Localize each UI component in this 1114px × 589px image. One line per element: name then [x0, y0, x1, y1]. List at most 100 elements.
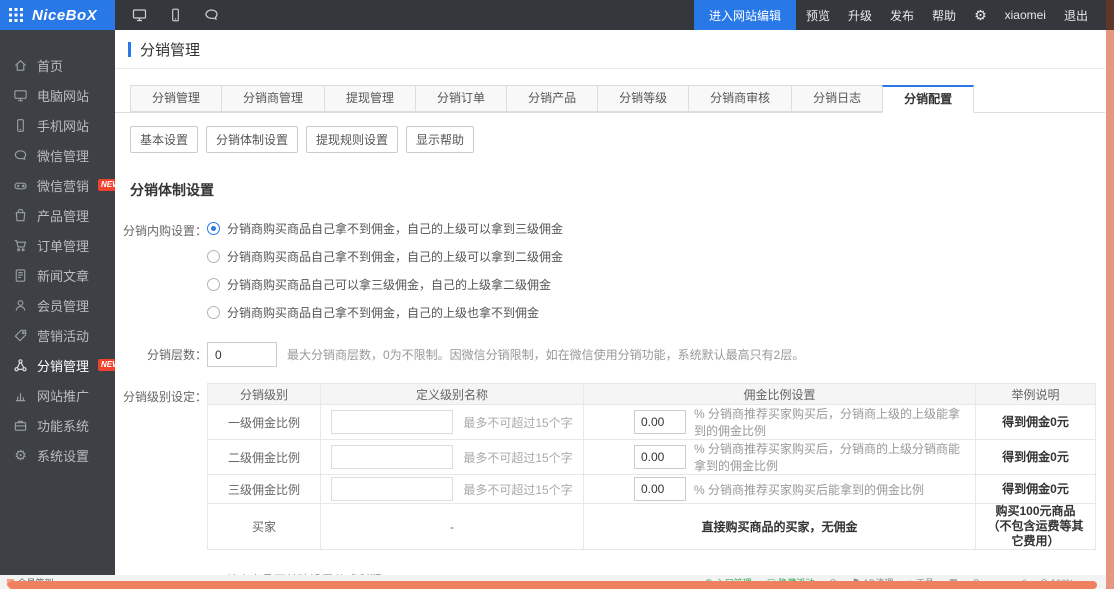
subtab-withdrawal-rules[interactable]: 提现规则设置: [306, 126, 398, 153]
table-row-level2: 二级佣金比例 最多不可超过15个字 % 分销商推荐买家购买后，分销商的上级分销商…: [208, 440, 1096, 475]
logo-area[interactable]: NiceBoX: [0, 0, 115, 30]
grade-table: 分销级别 定义级别名称 佣金比例设置 举例说明 一级佣金比例 最多不可超过15个…: [207, 383, 1096, 550]
radio-icon[interactable]: [207, 278, 220, 291]
sidebar-item-wechat-marketing[interactable]: 微信营销 NEW: [0, 170, 115, 200]
sidebar-item-marketing-campaign[interactable]: 营销活动: [0, 320, 115, 350]
tab-distributor-review[interactable]: 分销商审核: [688, 85, 792, 112]
grade-setting: 分销级别设定： 分销级别 定义级别名称 佣金比例设置 举例说明 一级佣金比例 最…: [115, 383, 1105, 550]
wechat-icon: [13, 148, 28, 163]
tab-distribution-products[interactable]: 分销产品: [506, 85, 598, 112]
radio-option-4[interactable]: 分销商购买商品自己拿不到佣金，自己的上级也拿不到佣金: [207, 298, 563, 326]
orange-accent-bar: [8, 581, 1097, 589]
bar-chart-icon: [13, 388, 28, 403]
preview-link[interactable]: 预览: [798, 7, 838, 24]
level3-name-input[interactable]: [331, 477, 453, 501]
tab-distributor-management[interactable]: 分销商管理: [221, 85, 325, 112]
sidebar-item-label: 微信营销: [37, 176, 89, 195]
page-header: 分销管理: [115, 30, 1105, 69]
radio-option-1[interactable]: 分销商购买商品自己拿不到佣金，自己的上级可以拿到三级佣金: [207, 214, 563, 242]
subtab-show-help[interactable]: 显示帮助: [406, 126, 474, 153]
home-icon: [13, 58, 28, 73]
level1-name-input[interactable]: [331, 410, 453, 434]
sidebar-item-label: 营销活动: [37, 326, 89, 345]
buyer-desc-cell: 直接购买商品的买家，无佣金: [584, 504, 976, 550]
sidebar-item-product-management[interactable]: 产品管理: [0, 200, 115, 230]
level1-rate-input[interactable]: [634, 410, 686, 434]
username-label[interactable]: xiaomei: [997, 8, 1054, 22]
sidebar-item-label: 功能系统: [37, 416, 89, 435]
sidebar-item-label: 电脑网站: [37, 86, 89, 105]
radio-option-text: 分销商购买商品自己可以拿三级佣金，自己的上级拿二级佣金: [227, 276, 551, 293]
example-cell: 得到佣金0元: [976, 475, 1096, 504]
name-hint: 最多不可超过15个字: [463, 449, 572, 466]
desktop-icon: [13, 88, 28, 103]
levels-help-text: 最大分销商层数，0为不限制。因微信分销限制，如在微信使用分销功能，系统默认最高只…: [287, 346, 804, 363]
radio-option-3[interactable]: 分销商购买商品自己可以拿三级佣金，自己的上级拿二级佣金: [207, 270, 563, 298]
level-cell: 一级佣金比例: [208, 405, 321, 440]
col-header-name: 定义级别名称: [321, 384, 584, 405]
sidebar-item-mobile-site[interactable]: 手机网站: [0, 110, 115, 140]
rate-description: % 分销商推荐买家购买后，分销商上级的上级能拿到的佣金比例: [694, 405, 969, 439]
sidebar-item-pc-site[interactable]: 电脑网站: [0, 80, 115, 110]
sidebar-item-news-articles[interactable]: 新闻文章: [0, 260, 115, 290]
sidebar-item-label: 新闻文章: [37, 266, 89, 285]
subtab-system-settings[interactable]: 分销体制设置: [206, 126, 298, 153]
tab-bar: 分销管理 分销商管理 提现管理 分销订单 分销产品 分销等级 分销商审核 分销日…: [115, 69, 1105, 113]
radio-icon[interactable]: [207, 306, 220, 319]
tab-distribution-orders[interactable]: 分销订单: [415, 85, 507, 112]
sidebar-item-member-management[interactable]: 会员管理: [0, 290, 115, 320]
logout-link[interactable]: 退出: [1056, 7, 1096, 24]
sidebar-item-home[interactable]: 首页: [0, 50, 115, 80]
example-cell: 得到佣金0元: [976, 440, 1096, 475]
desktop-view-icon[interactable]: [131, 7, 148, 23]
sidebar-item-system-settings[interactable]: ⚙ 系统设置: [0, 440, 115, 470]
distribution-levels-setting: 分销层数： 最大分销商层数，0为不限制。因微信分销限制，如在微信使用分销功能，系…: [115, 342, 1105, 367]
level2-rate-input[interactable]: [634, 445, 686, 469]
wechat-view-icon[interactable]: [203, 7, 220, 23]
tab-distribution-management[interactable]: 分销管理: [130, 85, 222, 112]
radio-selected-icon[interactable]: [207, 222, 220, 235]
sidebar-item-label: 会员管理: [37, 296, 89, 315]
sidebar-item-label: 手机网站: [37, 116, 89, 135]
col-header-rate: 佣金比例设置: [584, 384, 976, 405]
tag-icon: [13, 328, 28, 343]
help-link[interactable]: 帮助: [924, 7, 964, 24]
level-cell: 买家: [208, 504, 321, 550]
buyer-name-cell: -: [321, 504, 584, 550]
settings-gear-icon[interactable]: ⚙: [966, 7, 995, 24]
sidebar-item-site-promotion[interactable]: 网站推广: [0, 380, 115, 410]
device-switcher: [115, 0, 220, 30]
levels-input[interactable]: [207, 342, 277, 367]
tab-distribution-config[interactable]: 分销配置: [882, 85, 974, 113]
col-header-level: 分销级别: [208, 384, 321, 405]
sidebar-item-order-management[interactable]: 订单管理: [0, 230, 115, 260]
rate-description: % 分销商推荐买家购买后能拿到的佣金比例: [694, 481, 924, 498]
app-grid-icon[interactable]: [9, 8, 23, 22]
tab-distribution-grades[interactable]: 分销等级: [597, 85, 689, 112]
sidebar-item-distribution-management[interactable]: 分销管理 NEW: [0, 350, 115, 380]
example-cell: 得到佣金0元: [976, 405, 1096, 440]
level3-rate-input[interactable]: [634, 477, 686, 501]
publish-link[interactable]: 发布: [882, 7, 922, 24]
tab-withdrawal-management[interactable]: 提现管理: [324, 85, 416, 112]
level2-name-input[interactable]: [331, 445, 453, 469]
mobile-view-icon[interactable]: [168, 7, 183, 23]
name-hint: 最多不可超过15个字: [463, 414, 572, 431]
sidebar-item-label: 网站推广: [37, 386, 89, 405]
enter-site-edit-button[interactable]: 进入网站编辑: [694, 0, 796, 30]
radio-option-2[interactable]: 分销商购买商品自己拿不到佣金，自己的上级可以拿到二级佣金: [207, 242, 563, 270]
grade-label: 分销级别设定：: [115, 383, 207, 405]
sidebar-item-label: 分销管理: [37, 356, 89, 375]
sidebar-item-function-system[interactable]: 功能系统: [0, 410, 115, 440]
sub-tab-bar: 基本设置 分销体制设置 提现规则设置 显示帮助: [130, 126, 1105, 153]
right-edge-strip-top: [1106, 0, 1114, 30]
subtab-basic-settings[interactable]: 基本设置: [130, 126, 198, 153]
radio-icon[interactable]: [207, 250, 220, 263]
tab-distribution-log[interactable]: 分销日志: [791, 85, 883, 112]
sidebar-item-wechat-management[interactable]: 微信管理: [0, 140, 115, 170]
upgrade-link[interactable]: 升级: [840, 7, 880, 24]
example-cell: 购买100元商品 （不包含运费等其它费用）: [976, 504, 1096, 550]
main-content: 分销管理 分销管理 分销商管理 提现管理 分销订单 分销产品 分销等级 分销商审…: [115, 30, 1105, 575]
sidebar-item-label: 系统设置: [37, 446, 89, 465]
levels-label: 分销层数：: [115, 346, 207, 363]
